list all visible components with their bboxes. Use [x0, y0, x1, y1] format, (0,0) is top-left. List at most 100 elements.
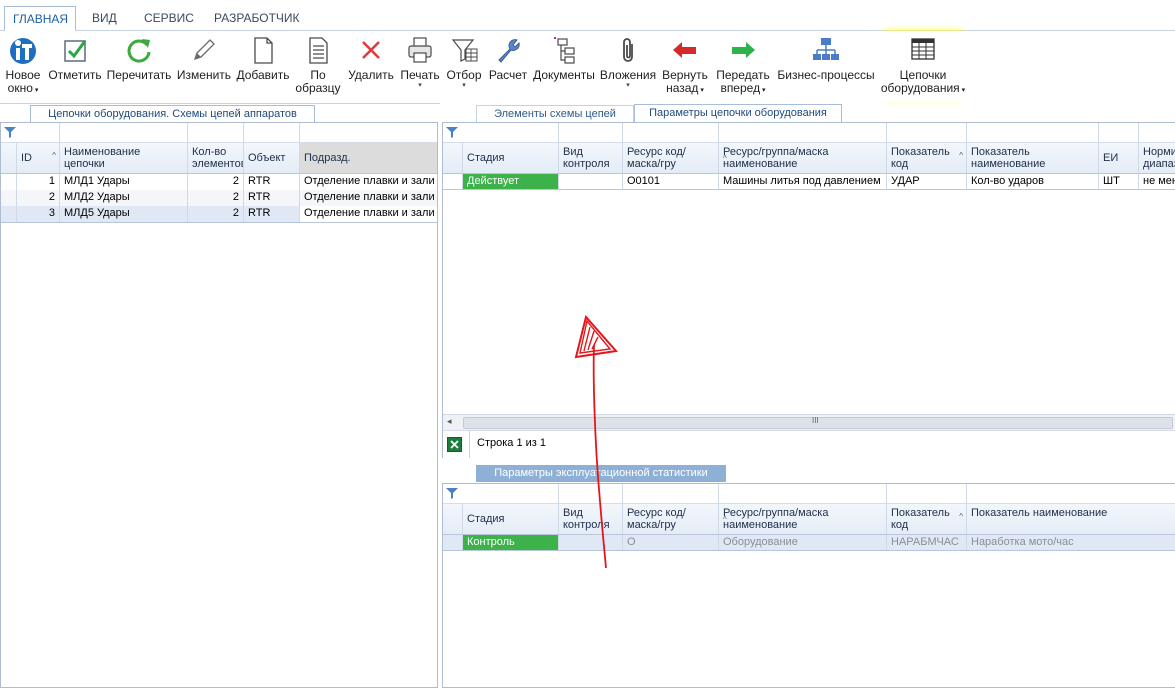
menu-tab-developer[interactable]: РАЗРАБОТЧИК [206, 6, 308, 30]
filter-cell[interactable] [300, 123, 437, 142]
filter-cell[interactable] [623, 123, 719, 142]
row-indicator-header [1, 143, 17, 173]
table-row-selected[interactable]: 3 МЛД5 Удары 2 RTR Отделение плавки и за… [1, 206, 437, 223]
column-header-stage[interactable]: Стадия [463, 143, 559, 173]
by-sample-button[interactable]: По образцу [292, 31, 344, 101]
attachments-label: Вложения [599, 68, 657, 82]
tab-chain-parameters[interactable]: Параметры цепочки оборудования [634, 104, 842, 122]
filter-cell[interactable] [887, 123, 967, 142]
filter-label: Отбор [446, 68, 482, 82]
filter-cell[interactable] [623, 484, 719, 503]
row-indicator [443, 535, 463, 550]
filter-cell[interactable] [887, 484, 967, 503]
add-button[interactable]: Добавить [234, 31, 292, 101]
print-button[interactable]: Печать ▾ [398, 31, 442, 101]
column-header-count[interactable]: Кол-во элементов [188, 143, 244, 173]
filter-button[interactable]: Отбор ▾ [442, 31, 486, 101]
filter-cell[interactable] [60, 123, 188, 142]
excel-export-icon[interactable] [447, 437, 462, 452]
menu-tab-home[interactable]: ГЛАВНАЯ [4, 6, 76, 31]
table-row-selected[interactable]: Действует О0101 Машины литья под давлени… [443, 174, 1175, 190]
new-window-button[interactable]: Новое окно ▾ [0, 31, 46, 101]
cell-resource-code: О [623, 535, 719, 550]
row-indicator [1, 190, 17, 206]
return-back-button[interactable]: Вернуть назад ▾ [658, 31, 712, 101]
forward-button[interactable]: Передать вперед ▾ [712, 31, 774, 101]
column-header-indicator-code[interactable]: Показатель код ^ [887, 143, 967, 173]
cell-norm: не мен [1143, 175, 1175, 187]
mark-button[interactable]: Отметить [46, 31, 104, 101]
column-header-norm[interactable]: Норми диапаз [1139, 143, 1175, 173]
tab-equipment-chains[interactable]: Цепочки оборудования. Схемы цепей аппара… [30, 105, 315, 122]
delete-button[interactable]: Удалить [344, 31, 398, 101]
cell-name: МЛД1 Удары [60, 174, 188, 190]
filter-cell[interactable] [967, 484, 1175, 503]
menu-bar: ГЛАВНАЯ ВИД СЕРВИС РАЗРАБОТЧИК [0, 0, 1175, 31]
column-header-dept[interactable]: Подразд. [300, 143, 437, 173]
wrench-icon [498, 39, 520, 63]
column-header-stage[interactable]: Стадия [463, 504, 559, 534]
table-row[interactable]: 2 МЛД2 Удары 2 RTR Отделение плавки и за… [1, 190, 437, 206]
filter-icon[interactable] [446, 487, 458, 499]
column-header-unit[interactable]: ЕИ [1099, 143, 1139, 173]
paperclip-icon [623, 38, 633, 62]
close-icon [362, 41, 380, 59]
calc-button[interactable]: Расчет [486, 31, 530, 101]
left-tabstrip-line [0, 103, 440, 104]
filter-cell[interactable] [17, 123, 60, 142]
filter-cell[interactable] [1139, 123, 1175, 142]
table-row-selected[interactable]: Контроль О Оборудование НАРАБМЧАС Нарабо… [443, 535, 1175, 551]
cell-indicator-name: Кол-во ударов [967, 174, 1099, 189]
filter-cell[interactable] [244, 123, 300, 142]
filter-cell[interactable] [463, 484, 559, 503]
column-header-label: Показатель код [891, 507, 950, 531]
filter-row [443, 484, 1175, 504]
column-header-indicator-code[interactable]: Показатель код ^ [887, 504, 967, 534]
app-logo-icon [10, 38, 36, 64]
filter-cell[interactable] [463, 123, 559, 142]
cell-count: 2 [188, 190, 244, 206]
menu-tab-view[interactable]: ВИД [84, 6, 125, 30]
filter-cell[interactable] [188, 123, 244, 142]
document-lines-icon [309, 37, 328, 64]
cell-id: 1 [17, 174, 60, 190]
sort-asc-icon: ^ [723, 515, 727, 524]
tab-chain-elements[interactable]: Элементы схемы цепей [476, 105, 634, 122]
filter-icon[interactable] [4, 126, 16, 138]
column-header-object[interactable]: Объект [244, 143, 300, 173]
column-header-control-type[interactable]: Вид контроля [559, 143, 623, 173]
menu-tab-service[interactable]: СЕРВИС [136, 6, 202, 30]
column-header-resource-name[interactable]: Ресурс/группа/маска наименование ^ [719, 143, 887, 173]
filter-cell[interactable] [719, 484, 887, 503]
filter-cell[interactable] [1099, 123, 1139, 142]
column-header-label: Ресурс/группа/маска наименование [723, 507, 829, 531]
table-row[interactable]: 1 МЛД1 Удары 2 RTR Отделение плавки и за… [1, 174, 437, 190]
cell-name: МЛД2 Удары [60, 190, 188, 206]
attachments-button[interactable]: Вложения ▾ [598, 31, 658, 101]
sort-asc-icon: ^ [959, 512, 963, 521]
reread-button[interactable]: Перечитать [104, 31, 174, 101]
edit-button[interactable]: Изменить [174, 31, 234, 101]
column-header-name[interactable]: Наименование цепочки [60, 143, 188, 173]
column-header-indicator-name[interactable]: Показатель наименование [967, 143, 1099, 173]
add-label: Добавить [236, 68, 290, 82]
horizontal-scrollbar[interactable]: ◂ III [443, 414, 1175, 430]
filter-cell[interactable] [559, 123, 623, 142]
business-processes-button[interactable]: Бизнес-процессы [774, 31, 878, 101]
cell-control-type [559, 174, 623, 189]
scroll-left-icon[interactable]: ◂ [447, 416, 452, 427]
cell-dept: Отделение плавки и зали [304, 191, 435, 203]
filter-cell[interactable] [967, 123, 1099, 142]
column-header-resource-code[interactable]: Ресурс код/маска/гру [623, 504, 719, 534]
cell-count: 2 [188, 174, 244, 190]
filter-cell[interactable] [719, 123, 887, 142]
column-header-resource-name[interactable]: Ресурс/группа/маска наименование ^ [719, 504, 887, 534]
column-header-id[interactable]: ID ^ [17, 143, 60, 173]
column-header-indicator-name[interactable]: Показатель наименование [967, 504, 1175, 534]
cell-unit: ШТ [1099, 174, 1139, 189]
filter-icon[interactable] [446, 126, 458, 138]
column-header-resource-code[interactable]: Ресурс код/маска/гру [623, 143, 719, 173]
documents-button[interactable]: Документы [530, 31, 598, 101]
equipment-chains-button[interactable]: Цепочки оборудования ▾ [878, 31, 968, 101]
cell-indicator-code: НАРАБМЧАС [887, 535, 967, 550]
